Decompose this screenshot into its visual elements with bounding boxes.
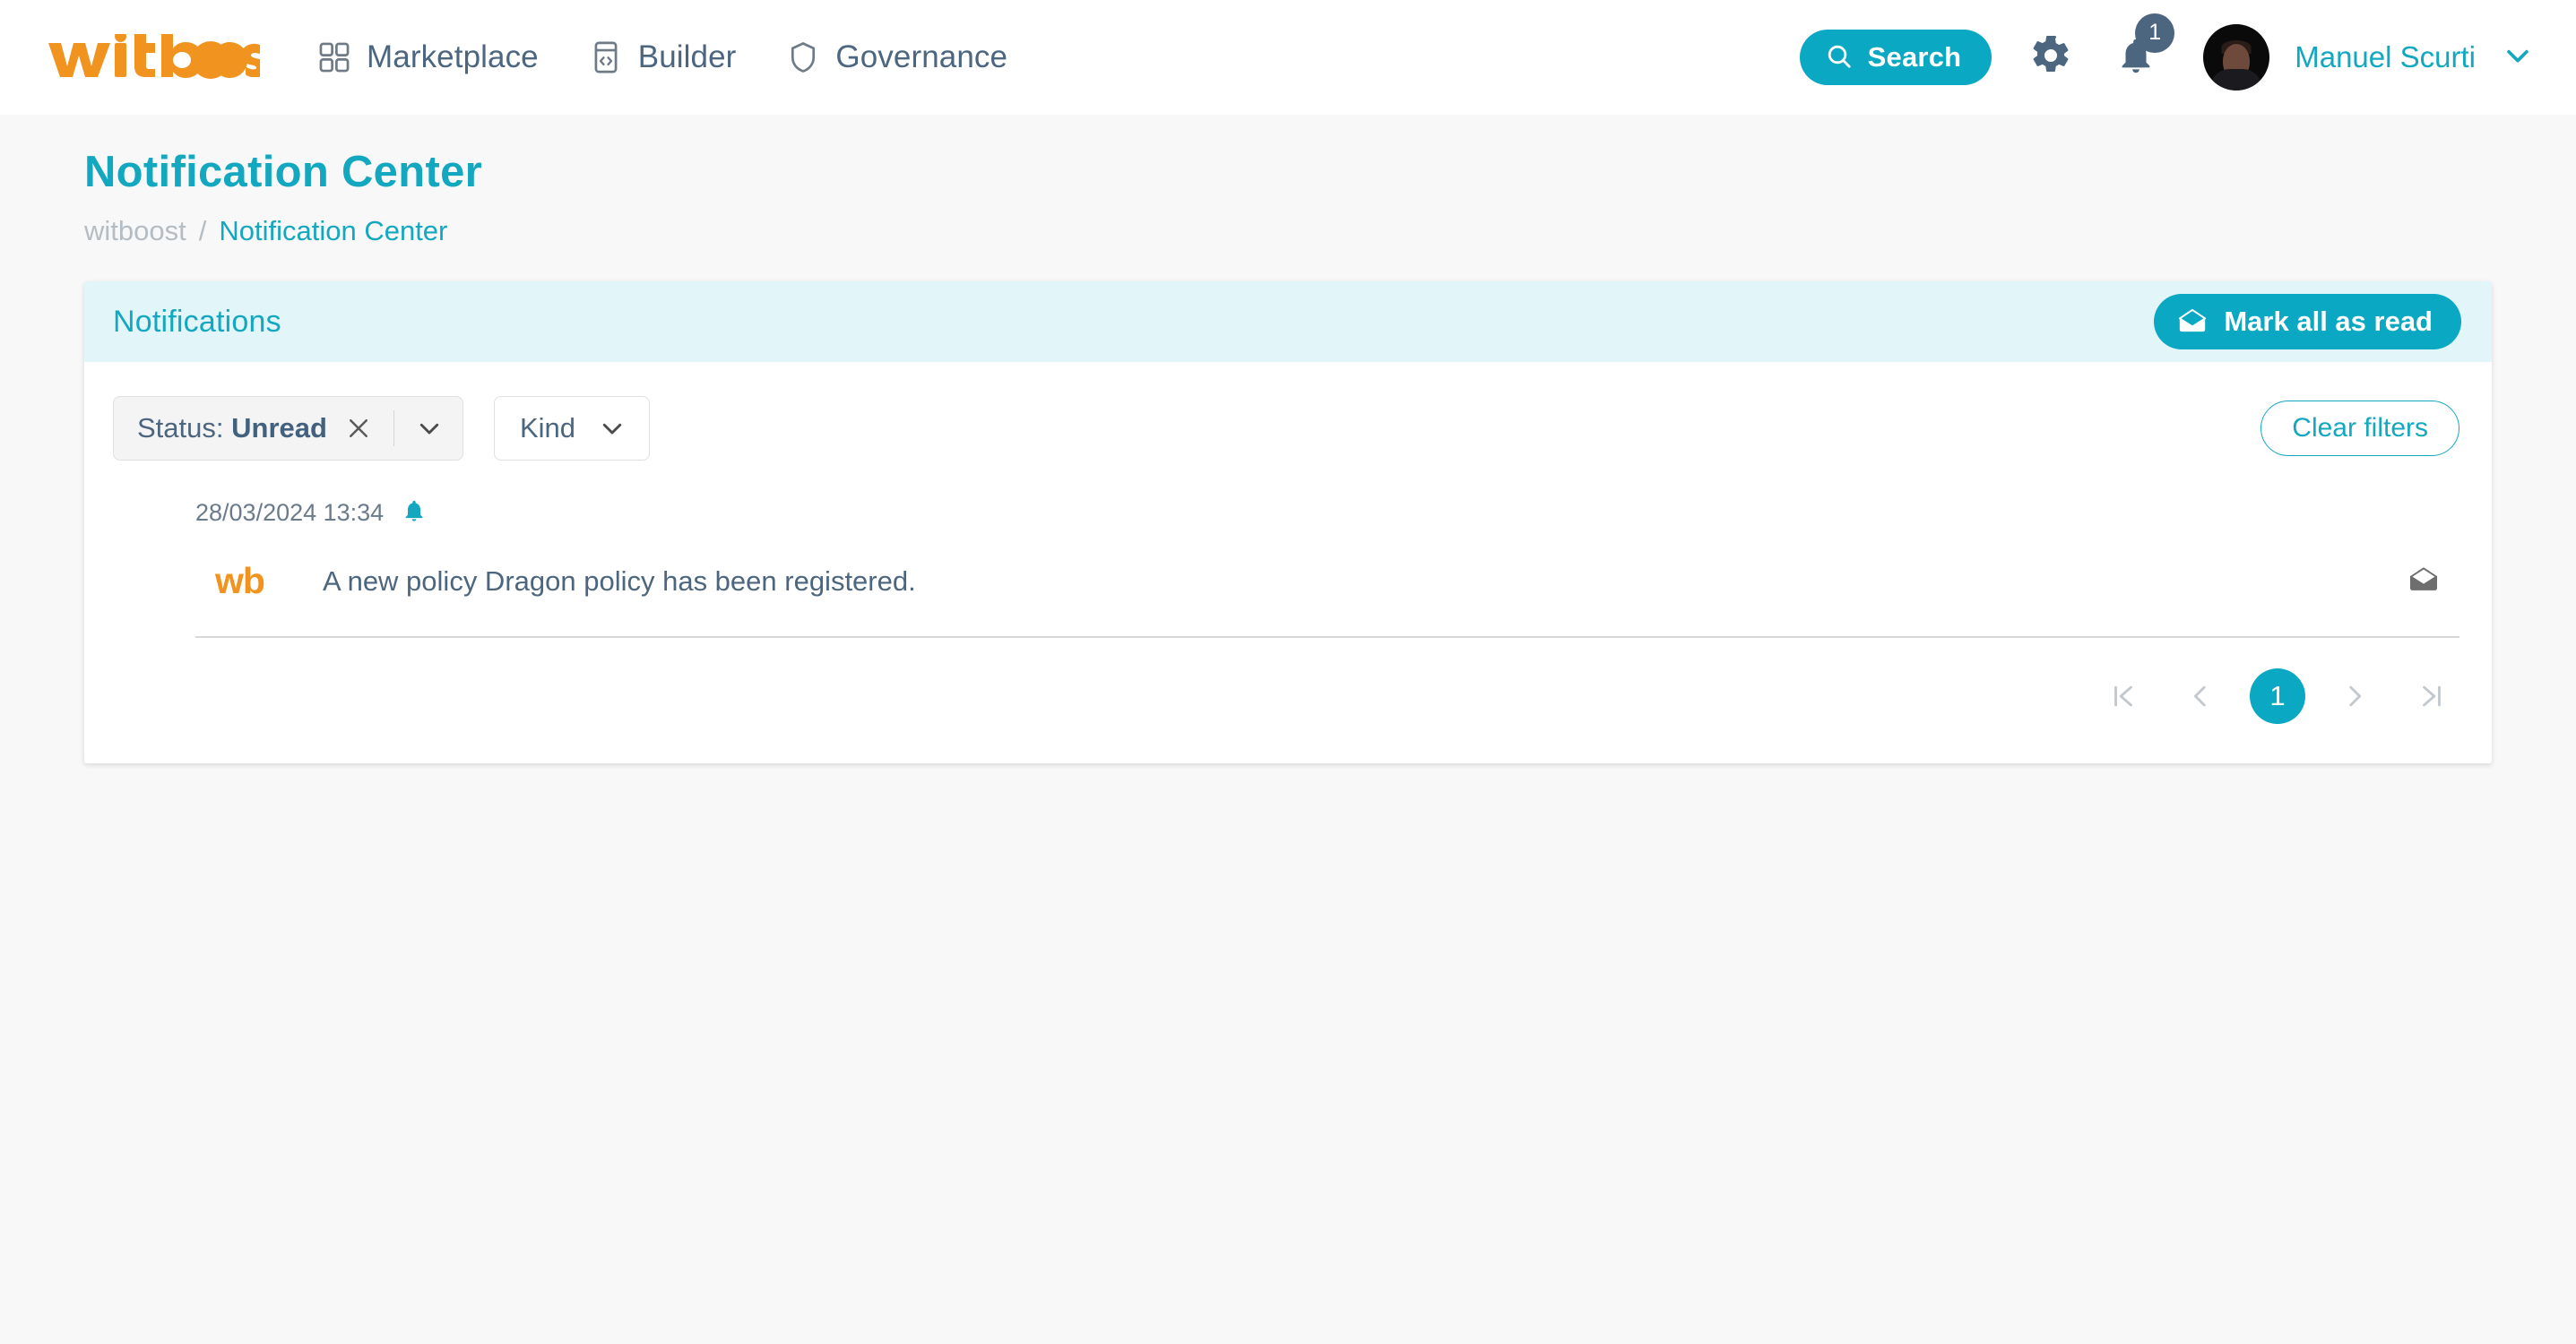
notifications-card: Notifications Mark all as read Status: U…	[84, 281, 2492, 763]
filter-chip-kind[interactable]: Kind	[494, 396, 650, 461]
mark-as-read-icon-button[interactable]	[2407, 563, 2440, 599]
page-content: Notification Center witboost / Notificat…	[0, 147, 2576, 763]
first-page-icon	[2108, 681, 2139, 711]
nav-item-marketplace[interactable]: Marketplace	[317, 39, 539, 75]
page-title: Notification Center	[84, 147, 2492, 197]
filter-chip-divider	[393, 410, 394, 446]
chevron-down-icon	[2503, 40, 2533, 75]
notification-meta: 28/03/2024 13:34	[195, 498, 2459, 528]
notification-item[interactable]: wb A new policy Dragon policy has been r…	[195, 528, 2459, 638]
nav-item-governance[interactable]: Governance	[786, 39, 1007, 75]
user-menu-label[interactable]: Manuel Scurti	[2295, 40, 2476, 74]
chevron-left-icon	[2185, 681, 2216, 711]
pagination-page-1[interactable]: 1	[2250, 668, 2305, 724]
top-navigation-actions: Search 1 Manuel Scurti	[1800, 24, 2533, 90]
breadcrumb: witboost / Notification Center	[84, 215, 2492, 247]
last-page-icon	[2416, 681, 2447, 711]
filter-chip-kind-label: Kind	[520, 412, 575, 444]
avatar-body	[2210, 69, 2262, 90]
notifications-card-title: Notifications	[113, 305, 281, 340]
shield-icon	[786, 40, 820, 74]
notifications-badge: 1	[2135, 13, 2174, 53]
main-navigation: Marketplace Builder Governance	[317, 39, 1007, 75]
open-envelope-icon	[2407, 563, 2440, 599]
witboost-logo-icon	[47, 34, 260, 81]
nav-label-marketplace: Marketplace	[367, 39, 539, 75]
notification-source-mark: wb	[215, 560, 314, 602]
search-button[interactable]: Search	[1800, 30, 1993, 85]
filter-chip-status-label: Status: Unread	[137, 412, 327, 444]
pagination-prev-button[interactable]	[2173, 668, 2228, 724]
mark-all-as-read-label: Mark all as read	[2224, 306, 2433, 338]
notifications-button[interactable]: 1	[2115, 35, 2157, 81]
filter-kind-chevron-down-icon[interactable]	[599, 415, 626, 442]
pagination: 1	[84, 638, 2492, 763]
avatar[interactable]	[2203, 24, 2269, 90]
filter-status-value: Unread	[231, 412, 327, 444]
gear-icon	[2029, 34, 2072, 82]
top-navigation-bar: Marketplace Builder Governance	[0, 0, 2576, 115]
search-icon	[1825, 42, 1854, 73]
chevron-right-icon	[2339, 681, 2370, 711]
notifications-list: 28/03/2024 13:34 wb A new policy Dragon …	[84, 498, 2492, 638]
search-button-label: Search	[1868, 41, 1962, 73]
pagination-first-button[interactable]	[2096, 668, 2151, 724]
nav-item-builder[interactable]: Builder	[589, 39, 737, 75]
nav-label-builder: Builder	[638, 39, 737, 75]
breadcrumb-root[interactable]: witboost	[84, 215, 186, 247]
notification-message: A new policy Dragon policy has been regi…	[323, 565, 916, 598]
breadcrumb-separator: /	[199, 215, 207, 247]
nav-label-governance: Governance	[835, 39, 1007, 75]
grid-icon	[317, 40, 351, 74]
open-envelope-icon	[2177, 306, 2208, 339]
close-icon[interactable]	[345, 415, 372, 442]
settings-button[interactable]	[2029, 34, 2072, 82]
user-menu-toggle[interactable]	[2503, 40, 2533, 75]
mark-all-as-read-button[interactable]: Mark all as read	[2154, 294, 2461, 349]
filters-row: Status: Unread Kind	[84, 362, 2492, 461]
bell-icon	[402, 498, 427, 528]
filter-status-chevron-down-icon[interactable]	[416, 415, 443, 442]
clear-filters-button[interactable]: Clear filters	[2260, 401, 2459, 456]
filter-chip-status[interactable]: Status: Unread	[113, 396, 463, 461]
notification-date: 28/03/2024 13:34	[195, 499, 384, 527]
notifications-card-header: Notifications Mark all as read	[84, 281, 2492, 362]
witboost-logo[interactable]	[47, 34, 260, 81]
breadcrumb-current[interactable]: Notification Center	[219, 215, 447, 247]
filter-status-prefix: Status:	[137, 412, 224, 444]
pagination-next-button[interactable]	[2327, 668, 2382, 724]
code-icon	[589, 40, 623, 74]
pagination-last-button[interactable]	[2404, 668, 2459, 724]
